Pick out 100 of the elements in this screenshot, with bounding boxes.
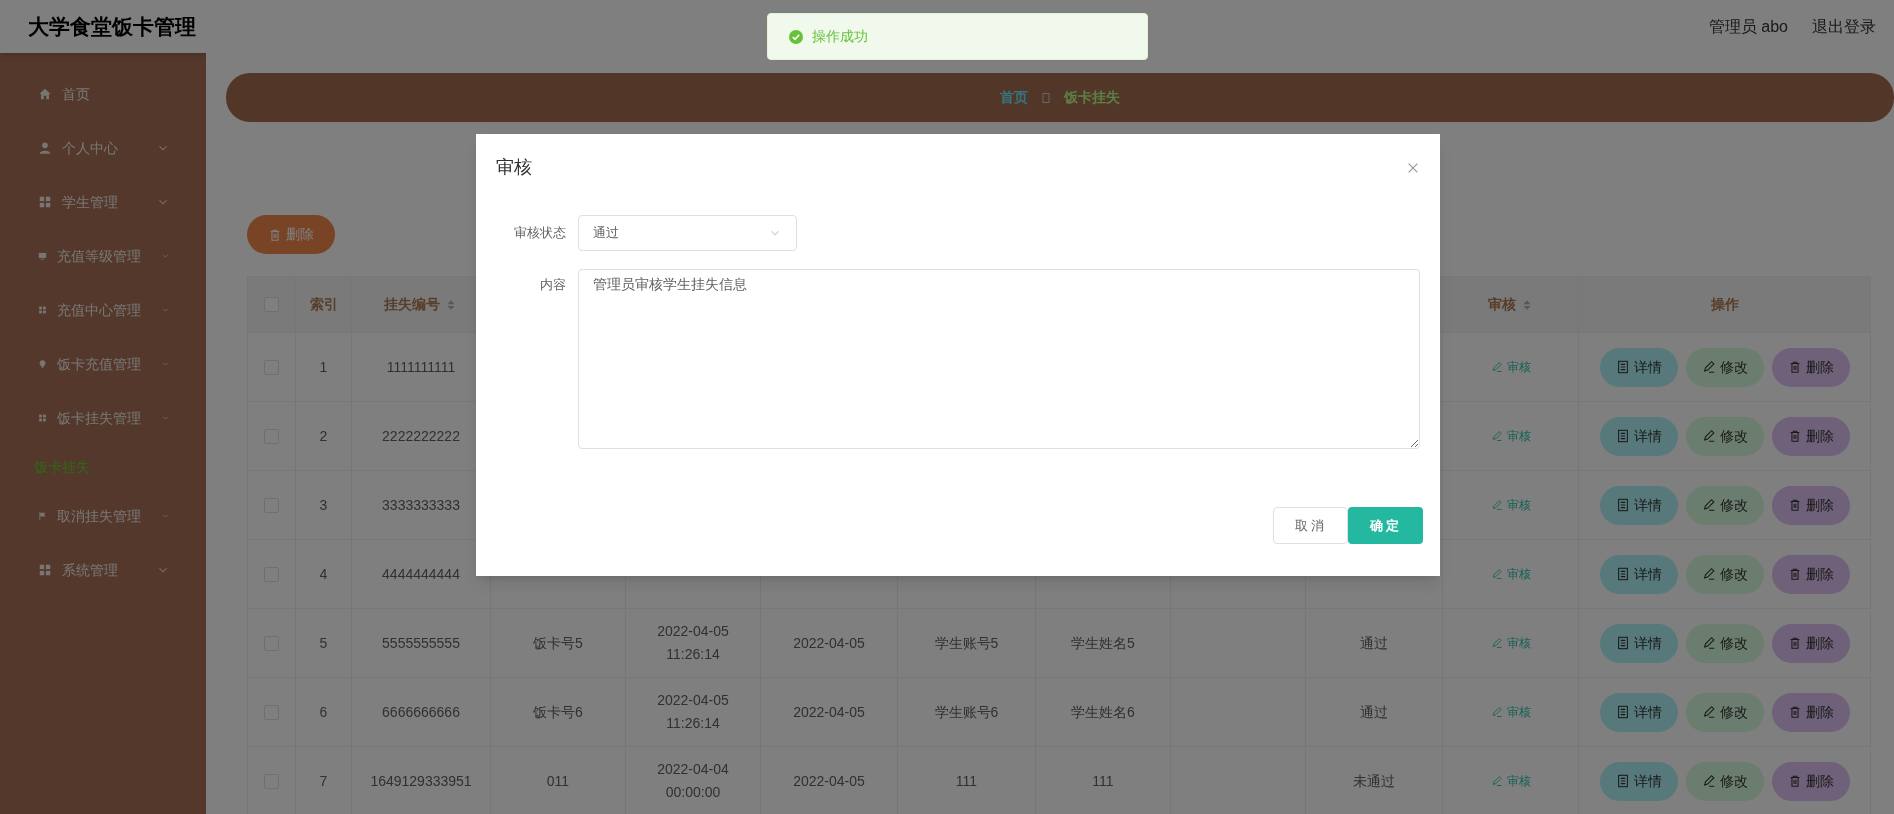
pencil-icon — [1701, 567, 1716, 581]
cancel-button[interactable]: 取消 — [1273, 507, 1348, 544]
breadcrumb-link[interactable]: 饭卡挂失 — [1064, 87, 1120, 108]
table-cell-text: 011 — [546, 771, 570, 791]
pencil-icon — [1701, 429, 1716, 443]
separator-icon — [1040, 91, 1052, 104]
document-icon — [1615, 636, 1630, 650]
delete-button[interactable]: 删除 — [1771, 416, 1850, 456]
table-cell-text: 1 — [319, 357, 328, 377]
table-cell-text: 2022-04-05 — [793, 633, 865, 653]
document-icon — [1615, 774, 1630, 788]
table-cell-text: 学生姓名6 — [1071, 702, 1135, 722]
details-button[interactable]: 详情 — [1599, 554, 1678, 594]
sidebar-item[interactable]: 系统管理 — [0, 543, 206, 597]
pencil-icon — [1701, 360, 1716, 374]
table-cell-text: 6 — [319, 702, 328, 722]
trash-icon — [268, 227, 282, 242]
details-button[interactable]: 详情 — [1599, 692, 1678, 732]
column-header: 索引 — [309, 295, 338, 314]
table-cell-text: 2022-04-05 — [793, 771, 865, 791]
dialog-title: 审核 — [496, 156, 532, 179]
column-header: 操作 — [1710, 295, 1739, 314]
table-cell-text: 通过 — [1360, 633, 1388, 653]
document-icon — [1615, 429, 1630, 443]
sidebar-item[interactable]: 首页 — [0, 67, 206, 121]
edit-button[interactable]: 修改 — [1685, 485, 1764, 525]
details-button[interactable]: 详情 — [1599, 416, 1678, 456]
details-button[interactable]: 详情 — [1599, 623, 1678, 663]
delete-button[interactable]: 删除 — [1771, 623, 1850, 663]
document-icon — [1615, 705, 1630, 719]
review-link[interactable]: 审核 — [1490, 427, 1531, 445]
details-button[interactable]: 详情 — [1599, 485, 1678, 525]
review-link[interactable]: 审核 — [1490, 565, 1531, 583]
delete-button[interactable]: 删除 — [247, 215, 335, 254]
edit-button[interactable]: 修改 — [1685, 692, 1764, 732]
review-link[interactable]: 审核 — [1490, 358, 1531, 376]
pencil-icon — [1490, 775, 1503, 787]
table-cell-text: 2022-04-04 00:00:00 — [656, 760, 730, 802]
delete-button[interactable]: 删除 — [1771, 554, 1850, 594]
home-icon — [38, 87, 52, 101]
sidebar-item[interactable]: 饭卡挂失管理 — [0, 391, 206, 445]
pencil-icon — [1490, 499, 1503, 511]
table-cell-text: 7 — [319, 771, 328, 791]
pencil-icon — [1701, 774, 1716, 788]
field-label: 内容 — [539, 276, 567, 294]
logout-link[interactable]: 退出登录 — [1812, 14, 1876, 39]
edit-button[interactable]: 修改 — [1685, 554, 1764, 594]
pencil-icon — [1490, 430, 1503, 442]
confirm-button[interactable]: 确定 — [1348, 507, 1423, 544]
admin-name: 管理员 abo — [1708, 16, 1788, 37]
column-header: 审核 — [1487, 295, 1516, 314]
delete-button[interactable]: 删除 — [1771, 692, 1850, 732]
table-cell-text: 6666666666 — [382, 702, 460, 722]
table-cell-text: 2022-04-05 11:26:14 — [656, 691, 730, 733]
pencil-icon — [1701, 498, 1716, 512]
review-link[interactable]: 审核 — [1490, 772, 1531, 790]
sidebar-item[interactable]: 学生管理 — [0, 175, 206, 229]
edit-button[interactable]: 修改 — [1685, 416, 1764, 456]
table-cell-text: 学生账号6 — [934, 702, 999, 722]
table-cell-text: 111 — [1092, 771, 1114, 791]
review-link[interactable]: 审核 — [1490, 703, 1531, 721]
table-cell-text: 饭卡号5 — [533, 633, 583, 653]
field-label: 审核状态 — [513, 224, 567, 242]
table-cell-text: 学生账号5 — [934, 633, 999, 653]
table-cell-text: 111 — [955, 771, 978, 791]
table-cell-text: 1649129333951 — [370, 771, 472, 791]
table-cell-text: 2 — [319, 426, 328, 446]
flag-icon — [38, 509, 47, 523]
details-button[interactable]: 详情 — [1599, 347, 1678, 387]
user-icon — [38, 141, 52, 155]
edit-button[interactable]: 修改 — [1685, 761, 1764, 801]
app-title: 大学食堂饭卡管理 — [28, 13, 196, 40]
sidebar-item[interactable]: 充值等级管理 — [0, 229, 206, 283]
details-button[interactable]: 详情 — [1599, 761, 1678, 801]
content-textarea[interactable]: 管理员审核学生挂失信息 — [578, 269, 1420, 449]
grid-icon — [38, 563, 52, 577]
edit-button[interactable]: 修改 — [1685, 623, 1764, 663]
table-cell-text: 3 — [319, 495, 328, 515]
table-cell-text: 未通过 — [1353, 771, 1395, 791]
delete-button[interactable]: 删除 — [1771, 761, 1850, 801]
pencil-icon — [1701, 636, 1716, 650]
sidebar-item[interactable]: 充值中心管理 — [0, 283, 206, 337]
breadcrumb-link[interactable]: 首页 — [1000, 87, 1028, 108]
delete-button[interactable]: 删除 — [1771, 485, 1850, 525]
table-cell-text: 5555555555 — [382, 633, 460, 653]
table-cell-text: 3333333333 — [382, 495, 460, 515]
document-icon — [1615, 567, 1630, 581]
pencil-icon — [1490, 637, 1503, 649]
status-select[interactable]: 通过 — [578, 215, 797, 251]
review-link[interactable]: 审核 — [1490, 634, 1531, 652]
sidebar-item[interactable]: 取消挂失管理 — [0, 489, 206, 543]
table-cell-text: 通过 — [1360, 702, 1388, 722]
edit-button[interactable]: 修改 — [1685, 347, 1764, 387]
bulb-icon — [38, 357, 47, 371]
sidebar-item[interactable]: 饭卡充值管理 — [0, 337, 206, 391]
review-link[interactable]: 审核 — [1490, 496, 1531, 514]
sidebar-item[interactable]: 个人中心 — [0, 121, 206, 175]
delete-button[interactable]: 删除 — [1771, 347, 1850, 387]
document-icon — [1615, 498, 1630, 512]
pencil-icon — [1490, 706, 1503, 718]
